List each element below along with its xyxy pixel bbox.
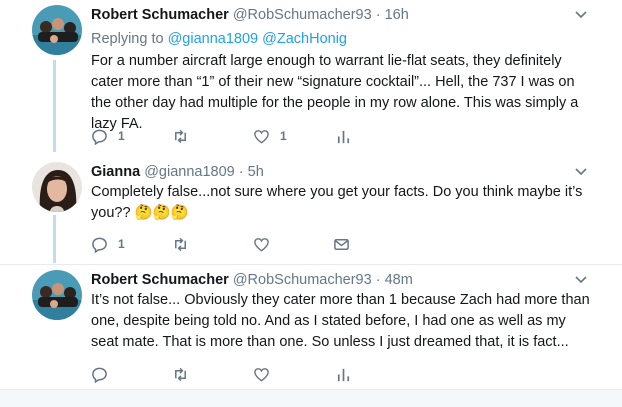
heart-icon <box>254 129 269 143</box>
retweet-icon <box>175 237 186 251</box>
avatar[interactable] <box>32 270 82 320</box>
tweet[interactable]: Gianna @gianna1809 · 5h Completely false… <box>0 157 622 265</box>
chevron-down-icon[interactable] <box>574 165 588 179</box>
tweet-header: Gianna @gianna1809 · 5h <box>91 163 264 181</box>
reply-button[interactable] <box>91 364 118 384</box>
author-name[interactable]: Robert Schumacher <box>91 7 229 23</box>
retweet-button[interactable] <box>172 234 199 254</box>
reply-icon <box>92 129 107 145</box>
reply-count: 1 <box>118 237 125 251</box>
retweet-icon <box>175 129 186 143</box>
mention-link[interactable]: @ZachHonig <box>262 31 347 47</box>
replying-label: Replying to <box>91 31 164 47</box>
reply-button[interactable]: 1 <box>91 234 125 254</box>
timeline-footer <box>0 389 622 407</box>
retweet-button[interactable] <box>172 126 199 146</box>
author-name[interactable]: Gianna <box>91 164 140 180</box>
author-name[interactable]: Robert Schumacher <box>91 272 229 288</box>
timestamp[interactable]: 16h <box>385 7 409 23</box>
tweet-header: Robert Schumacher @RobSchumacher93 · 16h <box>91 6 409 24</box>
direct-message-button[interactable] <box>333 234 350 254</box>
analytics-button[interactable] <box>335 126 352 146</box>
separator-dot: · <box>238 164 244 180</box>
analytics-icon <box>337 368 350 381</box>
tweet-actions: 1 1 <box>91 126 391 146</box>
mention-link[interactable]: @gianna1809 <box>168 31 259 47</box>
tweet-text: Completely false...not sure where you ge… <box>91 182 591 224</box>
reply-button[interactable]: 1 <box>91 126 125 146</box>
like-button[interactable] <box>253 364 280 384</box>
tweet[interactable]: Robert Schumacher @RobSchumacher93 · 16h… <box>0 0 622 157</box>
reply-icon <box>92 367 107 383</box>
tweet-text: For a number aircraft large enough to wa… <box>91 53 579 132</box>
like-count: 1 <box>280 129 287 143</box>
retweet-icon <box>175 367 186 381</box>
thinking-face-emoji: 🤔🤔🤔 <box>134 205 189 221</box>
like-button[interactable] <box>253 234 280 254</box>
reply-icon <box>92 237 107 253</box>
reply-count: 1 <box>118 129 125 143</box>
avatar[interactable] <box>32 162 82 212</box>
avatar[interactable] <box>32 5 82 55</box>
chevron-down-icon[interactable] <box>574 8 588 22</box>
timestamp[interactable]: 48m <box>385 272 413 288</box>
author-handle[interactable]: @RobSchumacher93 <box>233 7 372 23</box>
tweet-actions: 1 <box>91 234 391 254</box>
envelope-icon <box>334 238 349 250</box>
timestamp[interactable]: 5h <box>248 164 264 180</box>
retweet-button[interactable] <box>172 364 199 384</box>
author-handle[interactable]: @gianna1809 <box>144 164 235 180</box>
heart-icon <box>254 367 269 381</box>
chevron-down-icon[interactable] <box>574 273 588 287</box>
author-handle[interactable]: @RobSchumacher93 <box>233 272 372 288</box>
tweet-text: It’s not false... Obviously they cater m… <box>91 292 590 350</box>
replying-to: Replying to @gianna1809 @ZachHonig <box>91 30 347 48</box>
tweet[interactable]: Robert Schumacher @RobSchumacher93 · 48m… <box>0 265 622 389</box>
like-button[interactable]: 1 <box>253 126 287 146</box>
heart-icon <box>254 237 269 251</box>
separator-dot: · <box>375 272 381 288</box>
tweet-actions <box>91 364 391 384</box>
analytics-icon <box>337 130 350 143</box>
separator-dot: · <box>375 7 381 23</box>
analytics-button[interactable] <box>335 364 352 384</box>
tweet-header: Robert Schumacher @RobSchumacher93 · 48m <box>91 271 413 289</box>
